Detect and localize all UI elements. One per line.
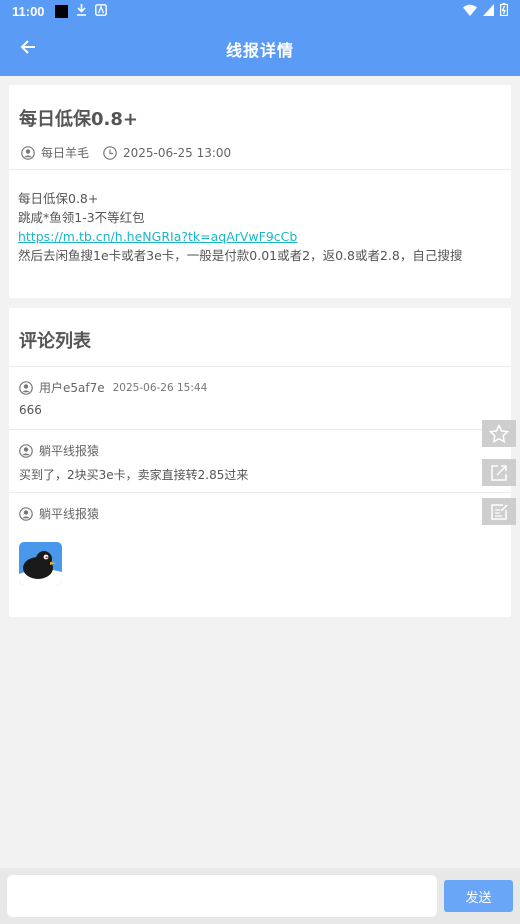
post-card: 每日低保0.8+ 每日羊毛 2025-06-25 13:00 每日低保0.8+ … bbox=[9, 85, 511, 298]
comment-image[interactable] bbox=[19, 542, 62, 585]
comment-input[interactable] bbox=[7, 875, 437, 917]
back-button[interactable] bbox=[14, 35, 42, 63]
report-button[interactable] bbox=[482, 498, 516, 525]
favorite-button[interactable] bbox=[482, 420, 516, 447]
star-icon bbox=[489, 423, 509, 443]
bird-sticker-icon bbox=[19, 542, 62, 585]
page-title: 线报详情 bbox=[225, 41, 294, 60]
divider bbox=[9, 492, 511, 493]
post-date: 2025-06-25 13:00 bbox=[103, 146, 231, 160]
post-link[interactable]: https://m.tb.cn/h.heNGRIa?tk=aqArVwF9cCb bbox=[18, 227, 501, 246]
edit-icon bbox=[491, 503, 508, 520]
comment-header: 躺平线报猿 bbox=[19, 442, 99, 459]
comment-item: 用户e5af7e 2025-06-26 15:44 666 bbox=[9, 379, 511, 429]
share-icon bbox=[491, 464, 507, 481]
status-time: 11:00 bbox=[12, 3, 45, 19]
comment-user: 躺平线报猿 bbox=[39, 507, 100, 521]
post-meta: 每日羊毛 2025-06-25 13:00 bbox=[21, 144, 245, 161]
comment-header: 躺平线报猿 bbox=[19, 505, 99, 522]
post-title: 每日低保0.8+ bbox=[19, 109, 138, 130]
post-body-line: 跳咸*鱼领1-3不等红包 bbox=[18, 210, 145, 225]
post-datetime: 2025-06-25 13:00 bbox=[123, 145, 232, 160]
post-body: 每日低保0.8+ 跳咸*鱼领1-3不等红包 https://m.tb.cn/h.… bbox=[18, 189, 501, 265]
comment-bar: 发送 bbox=[0, 868, 520, 924]
post-author-name: 每日羊毛 bbox=[41, 146, 90, 160]
clock-icon bbox=[103, 145, 117, 160]
comment-user: 躺平线报猿 bbox=[39, 444, 100, 458]
notification-app-icon bbox=[54, 4, 68, 18]
comment-item: 躺平线报猿 bbox=[9, 505, 511, 605]
share-button[interactable] bbox=[482, 459, 516, 486]
user-icon bbox=[21, 145, 35, 160]
app-bar: 线报详情 bbox=[0, 22, 520, 76]
status-bar: 11:00 bbox=[0, 0, 520, 22]
divider bbox=[9, 169, 511, 170]
app-notification-icon bbox=[94, 3, 107, 19]
post-body-line: 每日低保0.8+ bbox=[18, 191, 99, 206]
comment-item: 躺平线报猿 买到了，2块买3e卡，卖家直接转2.85过来 bbox=[9, 442, 511, 492]
post-author: 每日羊毛 bbox=[21, 144, 89, 161]
send-button[interactable]: 发送 bbox=[444, 880, 513, 912]
comment-time: 2025-06-26 15:44 bbox=[112, 381, 208, 394]
comments-title: 评论列表 bbox=[19, 331, 91, 352]
download-icon bbox=[76, 3, 87, 19]
comment-user: 用户e5af7e bbox=[39, 381, 105, 395]
user-icon bbox=[19, 443, 33, 458]
comment-text: 买到了，2块买3e卡，卖家直接转2.85过来 bbox=[19, 468, 249, 482]
divider bbox=[9, 429, 511, 430]
post-body-line: 然后去闲鱼搜1e卡或者3e卡，一般是付款0.01或者2，返0.8或者2.8，自己… bbox=[18, 248, 463, 263]
comment-text: 666 bbox=[19, 403, 42, 417]
divider bbox=[9, 366, 511, 367]
wifi-icon bbox=[463, 4, 477, 19]
battery-icon bbox=[500, 3, 509, 19]
arrow-left-icon bbox=[20, 39, 36, 59]
comments-card: 评论列表 用户e5af7e 2025-06-26 15:44 666 躺平线报猿… bbox=[9, 308, 511, 617]
signal-icon bbox=[483, 3, 494, 19]
user-icon bbox=[19, 380, 33, 395]
comment-header: 用户e5af7e 2025-06-26 15:44 bbox=[19, 379, 207, 396]
user-icon bbox=[19, 506, 33, 521]
